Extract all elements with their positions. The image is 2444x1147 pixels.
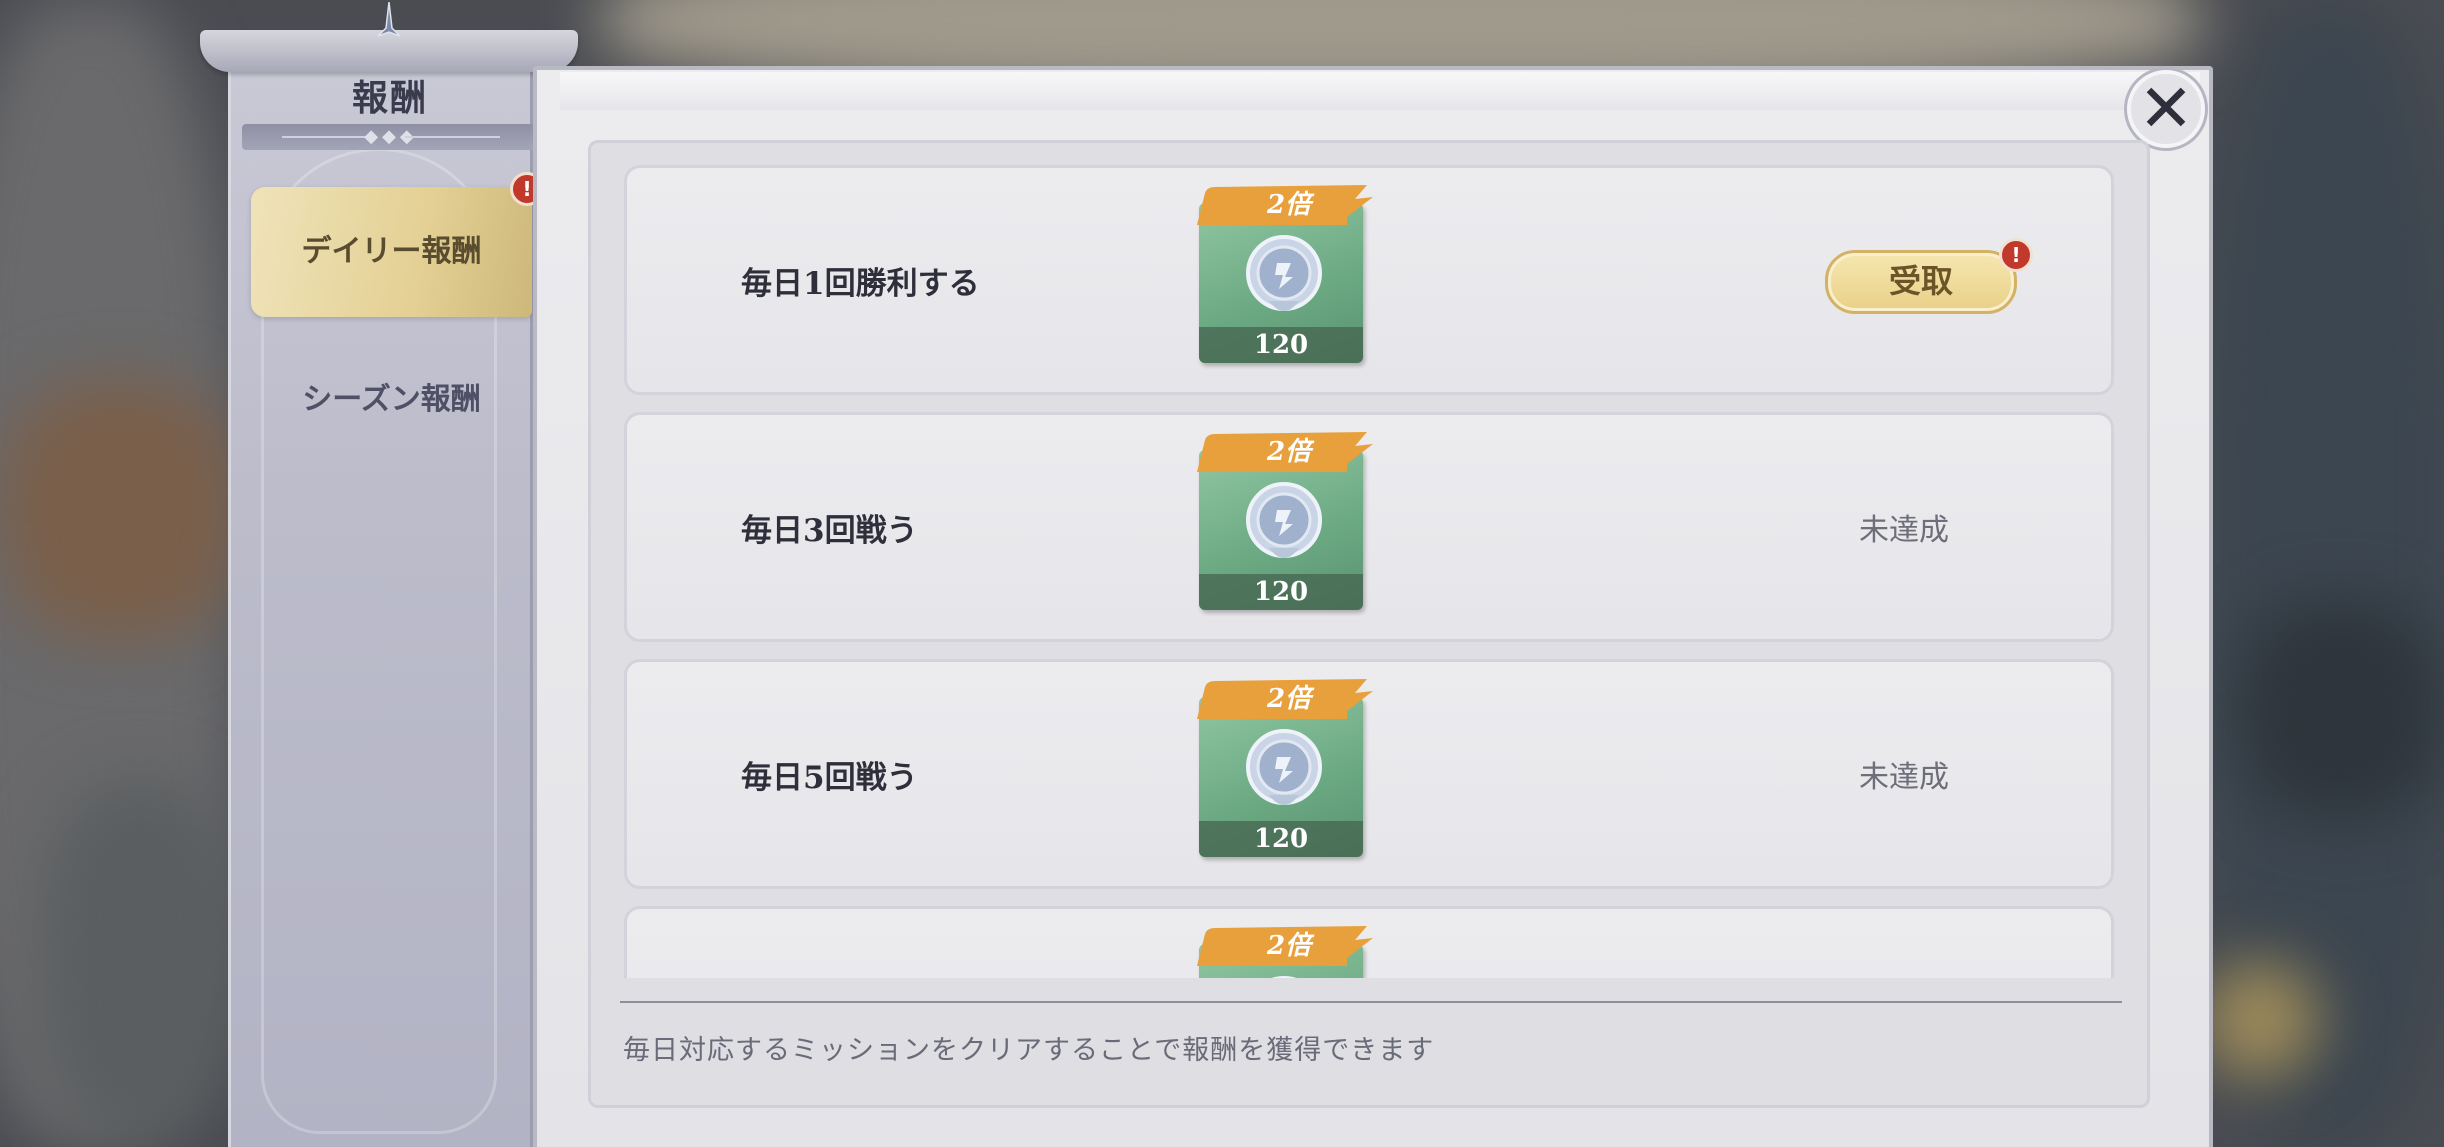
medal-icon [1246,482,1322,558]
alert-badge-icon: ! [1999,238,2033,272]
mission-row: 2倍 [624,906,2114,978]
tab-label: デイリー報酬 [301,234,482,269]
mission-row: 毎日1回勝利する 120 2倍 受取 ! [624,165,2114,395]
reward-item[interactable]: 120 2倍 [1197,185,1373,363]
multiplier-label: 2倍 [1266,437,1312,467]
panel-header-strip [560,72,2200,110]
medal-icon [1246,235,1322,311]
multiplier-label: 2倍 [1266,190,1312,220]
tab-daily-rewards[interactable]: デイリー報酬 [251,187,532,317]
reward-item[interactable]: 120 2倍 [1197,432,1373,610]
status-label: 未達成 [1859,760,1949,795]
close-icon: ✕ [2138,70,2194,147]
mission-row: 毎日5回戦う 120 2倍 未達成 [624,659,2114,889]
crest-icon [378,2,400,37]
footer-note: 毎日対応するミッションをクリアすることで報酬を獲得できます [623,1035,1435,1066]
reward-count: 120 [1199,574,1363,610]
multiplier-label: 2倍 [1266,684,1312,714]
claim-button[interactable]: 受取 [1825,250,2017,314]
status-label: 未達成 [1859,513,1949,548]
medal-icon [1246,729,1322,805]
reward-item[interactable]: 2倍 [1197,926,1373,978]
mission-row: 毎日3回戦う 120 2倍 未達成 [624,412,2114,642]
divider [620,1001,2122,1003]
reward-item[interactable]: 120 2倍 [1197,679,1373,857]
mission-label: 毎日1回勝利する [741,265,980,302]
multiplier-label: 2倍 [1266,931,1312,961]
tab-season-rewards[interactable]: シーズン報酬 [251,335,532,465]
close-button[interactable]: ✕ [2127,70,2205,148]
reward-count: 120 [1199,327,1363,363]
title-ornament: ◆◆◆ [242,124,540,150]
medal-icon [1271,976,1297,978]
reward-count: 120 [1199,821,1363,857]
tab-label: シーズン報酬 [302,382,481,417]
mission-label: 毎日5回戦う [741,759,918,796]
mission-list[interactable]: 毎日1回勝利する 120 2倍 受取 ! 毎日3回戦う 120 2倍 未達成 毎… [620,160,2120,978]
mission-label: 毎日3回戦う [741,512,918,549]
